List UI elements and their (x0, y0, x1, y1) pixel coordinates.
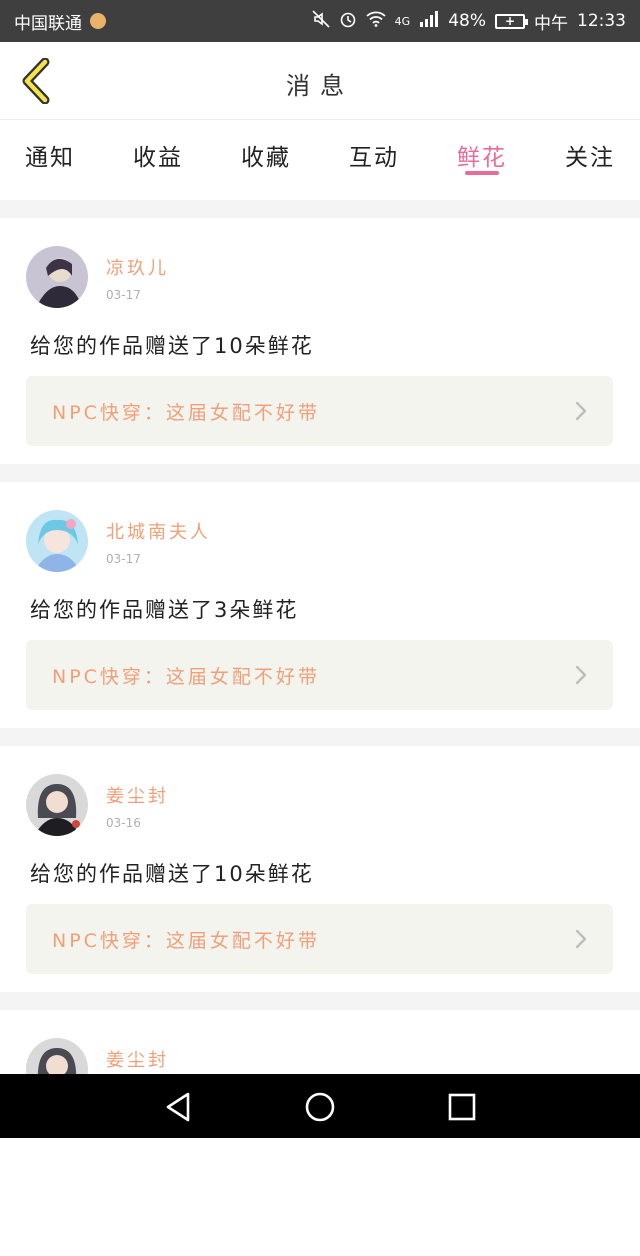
tab-notifications[interactable]: 通知 (10, 138, 90, 172)
sender-name[interactable]: 凉玖儿 (106, 254, 169, 280)
chevron-right-icon (575, 929, 587, 949)
carrier-label: 中国联通 (14, 13, 82, 34)
tab-following[interactable]: 关注 (550, 138, 630, 172)
tab-flowers[interactable]: 鲜花 (442, 138, 522, 172)
avatar[interactable] (26, 774, 88, 836)
work-title: NPC快穿：这届女配不好带 (52, 666, 320, 688)
gift-message: 给您的作品赠送了10朵鲜花 (30, 862, 314, 886)
chevron-right-icon (575, 665, 587, 685)
battery-icon: + (495, 13, 528, 29)
system-nav-bar (0, 1074, 640, 1138)
work-title: NPC快穿：这届女配不好带 (52, 930, 320, 952)
nav-home-button[interactable] (302, 1090, 338, 1124)
work-title: NPC快穿：这届女配不好带 (52, 402, 320, 424)
sender-name[interactable]: 姜尘封 (106, 1046, 169, 1072)
time-period: 中午 (534, 13, 568, 34)
flower-gift-item: 凉玖儿 03-17 给您的作品赠送了10朵鲜花 NPC快穿：这届女配不好带 (0, 218, 640, 464)
network-label: 4G (394, 14, 411, 28)
clock-time: 12:33 (577, 11, 626, 31)
work-link[interactable]: NPC快穿：这届女配不好带 (26, 640, 613, 710)
gift-date: 03-17 (106, 288, 141, 302)
chevron-right-icon (575, 401, 587, 421)
tab-earnings[interactable]: 收益 (118, 138, 198, 172)
battery-percent: 48% (448, 11, 486, 31)
gift-message: 给您的作品赠送了3朵鲜花 (30, 598, 299, 622)
triangle-back-icon (166, 1092, 190, 1122)
square-recents-icon (448, 1093, 476, 1121)
sender-name[interactable]: 姜尘封 (106, 782, 169, 808)
avatar[interactable] (26, 246, 88, 308)
tab-bar: 通知 收益 收藏 互动 鲜花 关注 (0, 120, 640, 200)
sender-name[interactable]: 北城南夫人 (106, 518, 211, 544)
work-link[interactable]: NPC快穿：这届女配不好带 (26, 376, 613, 446)
gift-date: 03-16 (106, 816, 141, 830)
mute-icon (312, 10, 330, 32)
gift-message: 给您的作品赠送了10朵鲜花 (30, 334, 314, 358)
circle-home-icon (305, 1092, 335, 1122)
tab-interactions[interactable]: 互动 (334, 138, 414, 172)
signal-icon (419, 11, 439, 31)
header-bar: 消息 (0, 42, 640, 120)
flower-gift-item: 北城南夫人 03-17 给您的作品赠送了3朵鲜花 NPC快穿：这届女配不好带 (0, 482, 640, 728)
status-bar: 中国联通 4G 48% + 中午 12:33 (0, 0, 640, 42)
alarm-icon (339, 10, 357, 32)
active-tab-indicator (465, 171, 499, 175)
notification-emoji-icon (90, 13, 106, 29)
wifi-icon (366, 11, 386, 31)
gift-date: 03-17 (106, 552, 141, 566)
nav-back-button[interactable] (160, 1090, 196, 1124)
work-link[interactable]: NPC快穿：这届女配不好带 (26, 904, 613, 974)
tab-favorites[interactable]: 收藏 (226, 138, 306, 172)
avatar[interactable] (26, 510, 88, 572)
flower-gift-item: 姜尘封 03-16 给您的作品赠送了10朵鲜花 NPC快穿：这届女配不好带 (0, 746, 640, 992)
page-title: 消息 (286, 72, 354, 100)
nav-recents-button[interactable] (444, 1090, 480, 1124)
